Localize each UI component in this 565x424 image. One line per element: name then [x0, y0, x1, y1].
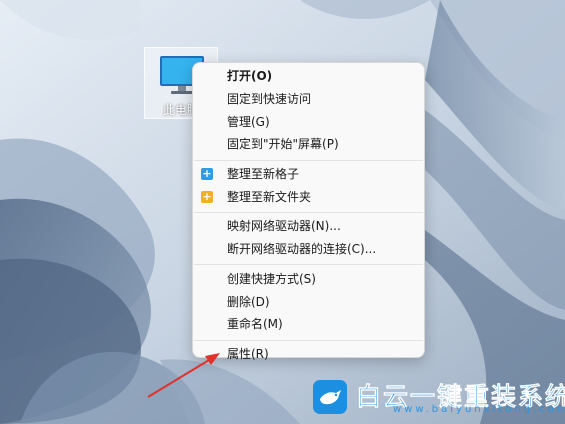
menu-item-label: 整理至新格子 — [227, 167, 300, 181]
context-menu: 打开(O) 固定到快速访问 管理(G) 固定到"开始"屏幕(P) + 整理至新格子 + 整理至… — [192, 62, 425, 361]
menu-item-label: 属性(R) — [227, 347, 269, 361]
menu-item-label: 固定到"开始"屏幕(P) — [227, 137, 339, 152]
plus-square-icon: + — [201, 167, 213, 180]
menu-separator — [194, 264, 423, 266]
menu-separator — [194, 159, 423, 161]
menu-item-label: 打开(O) — [227, 69, 273, 83]
menu-item-label: 删除(D) — [227, 294, 270, 309]
menu-item[interactable]: 打开(O) — [193, 65, 424, 87]
menu-separator — [194, 339, 423, 341]
menu-item[interactable]: 管理(G) — [193, 111, 424, 133]
menu-item[interactable]: 属性(R) — [193, 343, 424, 365]
menu-item[interactable]: 删除(D) — [193, 291, 424, 313]
menu-item-label: 管理(G) — [227, 114, 270, 129]
menu-item-label: 整理至新文件夹 — [227, 189, 312, 204]
folder-plus-icon: + — [201, 189, 213, 203]
menu-item[interactable]: 创建快捷方式(S) — [193, 268, 424, 290]
menu-item-label: 固定到快速访问 — [227, 91, 312, 106]
menu-item[interactable]: 重命名(M) — [193, 313, 424, 335]
menu-item[interactable]: 固定到"开始"屏幕(P) — [193, 133, 424, 155]
menu-item[interactable]: + 整理至新格子 — [193, 163, 424, 185]
menu-item[interactable]: 固定到快速访问 — [193, 88, 424, 110]
menu-item-label: 断开网络驱动器的连接(C)... — [227, 242, 377, 257]
watermark: 白云一键重装系统 www.baiyunxitong.com — [313, 378, 565, 416]
menu-item-label: 映射网络驱动器(N)... — [227, 219, 341, 234]
menu-item[interactable]: + 整理至新文件夹 — [193, 186, 424, 208]
menu-item-label: 重命名(M) — [227, 317, 283, 332]
bird-logo-icon — [313, 380, 347, 414]
menu-item[interactable]: 断开网络驱动器的连接(C)... — [193, 238, 424, 260]
menu-item[interactable]: 映射网络驱动器(N)... — [193, 215, 424, 237]
menu-separator — [194, 212, 423, 213]
menu-item-label: 创建快捷方式(S) — [227, 271, 316, 286]
watermark-url: www.baiyunxitong.com — [393, 404, 565, 415]
